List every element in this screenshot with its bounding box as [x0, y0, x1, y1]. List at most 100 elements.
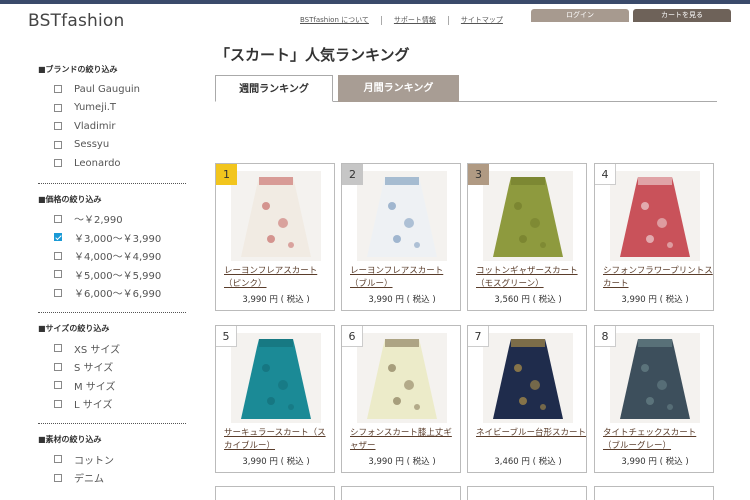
filter-option[interactable]: Leonardo	[38, 154, 186, 173]
checkbox[interactable]	[54, 214, 62, 223]
product-card[interactable]: 2 レーヨンフレアスカート（ブルー） 3,990 円 ( 税込 )	[341, 163, 461, 311]
checkbox[interactable]	[54, 344, 62, 353]
product-image[interactable]	[483, 333, 573, 423]
filter-option[interactable]: L サイズ	[38, 395, 186, 414]
filter-option-label: S サイズ	[74, 363, 114, 375]
product-card[interactable]: 7 ネイビーブルー台形スカート 3,460 円 ( 税込 )	[467, 325, 587, 473]
product-price: 3,990 円 ( 税込 )	[368, 457, 436, 467]
product-price: 3,460 円 ( 税込 )	[494, 457, 562, 467]
rank-badge: 3	[468, 164, 489, 185]
ranking-tabs: 週間ランキング 月間ランキング	[215, 75, 717, 102]
filter-option[interactable]: Vladimir	[38, 117, 186, 136]
header-links: BSTfashion について サポート情報 サイトマップ	[300, 15, 503, 25]
filter-option[interactable]: コットン	[38, 450, 186, 469]
filter-option[interactable]: Yumeji.T	[38, 99, 186, 118]
checkbox[interactable]	[54, 103, 62, 112]
view-cart-button[interactable]: カートを見る	[633, 9, 731, 22]
filter-option-label: コットン	[74, 455, 114, 467]
checkbox[interactable]	[54, 455, 62, 464]
site-logo[interactable]: BSTfashion	[28, 11, 124, 31]
tab-weekly-ranking[interactable]: 週間ランキング	[215, 75, 333, 102]
checkbox[interactable]	[54, 122, 62, 131]
about-link[interactable]: BSTfashion について	[300, 15, 369, 25]
filter-option[interactable]: ￥3,000～￥3,990	[38, 228, 186, 247]
checkbox[interactable]	[54, 140, 62, 149]
product-image[interactable]	[231, 333, 321, 423]
product-image[interactable]	[357, 333, 447, 423]
rank-badge: 4	[595, 164, 616, 185]
product-price: 3,990 円 ( 税込 )	[242, 457, 310, 467]
product-name-link[interactable]: コットンギャザースカート（モスグリーン）	[476, 265, 586, 291]
product-name-link[interactable]: シフォンフラワープリントスカート	[603, 265, 713, 291]
product-image[interactable]	[231, 171, 321, 261]
filter-option[interactable]: ￥4,000～￥4,990	[38, 247, 186, 266]
login-button[interactable]: ログイン	[531, 9, 629, 22]
checkbox-checked[interactable]	[54, 233, 62, 242]
rank-badge: 1	[216, 164, 237, 185]
product-image[interactable]	[610, 171, 700, 261]
product-name-link[interactable]: レーヨンフレアスカート（ピンク）	[224, 265, 334, 291]
product-card[interactable]: 1 レーヨンフレアスカート（ピンク） 3,990 円 ( 税込 )	[215, 163, 335, 311]
checkbox[interactable]	[54, 85, 62, 94]
rank-badge: 5	[216, 326, 237, 347]
filter-option[interactable]: ￥6,000～￥6,990	[38, 284, 186, 303]
product-card[interactable]: 4 シフォンフラワープリントスカート 3,990 円 ( 税込 )	[594, 163, 714, 311]
filter-option-label: ￥6,000～￥6,990	[74, 289, 162, 301]
filter-sidebar: ■ブランドの絞り込み Paul Gauguin Yumeji.T Vladimi…	[38, 64, 186, 493]
product-card-partial	[215, 486, 335, 500]
header-divider	[447, 15, 449, 25]
checkbox[interactable]	[54, 473, 62, 482]
filter-option-label: Paul Gauguin	[74, 83, 141, 95]
rank-badge: 8	[595, 326, 616, 347]
product-price: 3,560 円 ( 税込 )	[494, 295, 562, 305]
product-name-link[interactable]: サーキュラースカート（スカイブルー）	[224, 427, 334, 453]
filter-option[interactable]: Paul Gauguin	[38, 80, 186, 99]
product-name-link[interactable]: タイトチェックスカート（ブルーグレー）	[603, 427, 713, 453]
support-link[interactable]: サポート情報	[394, 15, 436, 25]
filter-option-label: ￥3,000～￥3,990	[74, 233, 162, 245]
filter-option-label: Sessyu	[74, 139, 110, 151]
filter-option[interactable]: M サイズ	[38, 376, 186, 395]
filter-option[interactable]: XS サイズ	[38, 339, 186, 358]
sidebar-divider	[38, 423, 186, 424]
product-image[interactable]	[610, 333, 700, 423]
filter-option-label: XS サイズ	[74, 344, 121, 356]
product-price: 3,990 円 ( 税込 )	[621, 457, 689, 467]
filter-option-label: Vladimir	[74, 120, 116, 132]
product-card-partial	[594, 486, 714, 500]
brand-filter-title: ■ブランドの絞り込み	[38, 65, 118, 74]
filter-option-label: Yumeji.T	[74, 102, 117, 114]
rank-badge: 6	[342, 326, 363, 347]
product-card[interactable]: 8 タイトチェックスカート（ブルーグレー） 3,990 円 ( 税込 )	[594, 325, 714, 473]
product-card[interactable]: 3 コットンギャザースカート（モスグリーン） 3,560 円 ( 税込 )	[467, 163, 587, 311]
checkbox[interactable]	[54, 399, 62, 408]
product-card[interactable]: 5 サーキュラースカート（スカイブルー） 3,990 円 ( 税込 )	[215, 325, 335, 473]
filter-option-label: ￥5,000～￥5,990	[74, 270, 162, 282]
top-accent-bar	[0, 0, 750, 4]
product-name-link[interactable]: シフォンスカート膝上丈ギャザー	[350, 427, 460, 453]
product-image[interactable]	[357, 171, 447, 261]
checkbox[interactable]	[54, 251, 62, 260]
product-name-link[interactable]: レーヨンフレアスカート（ブルー）	[350, 265, 460, 291]
filter-option[interactable]: Sessyu	[38, 136, 186, 155]
checkbox[interactable]	[54, 270, 62, 279]
filter-option[interactable]: ～￥2,990	[38, 210, 186, 229]
header-divider	[380, 15, 382, 25]
sidebar-divider	[38, 182, 186, 184]
product-name-link[interactable]: ネイビーブルー台形スカート	[476, 427, 586, 440]
product-price: 3,990 円 ( 税込 )	[621, 295, 689, 305]
filter-option-label: L サイズ	[74, 400, 113, 412]
checkbox[interactable]	[54, 159, 62, 168]
filter-option[interactable]: S サイズ	[38, 358, 186, 377]
product-card[interactable]: 6 シフォンスカート膝上丈ギャザー 3,990 円 ( 税込 )	[341, 325, 461, 473]
product-image[interactable]	[483, 171, 573, 261]
checkbox[interactable]	[54, 362, 62, 371]
tab-monthly-ranking[interactable]: 月間ランキング	[338, 75, 459, 102]
checkbox[interactable]	[54, 288, 62, 297]
filter-option[interactable]: デニム	[38, 469, 186, 488]
product-price: 3,990 円 ( 税込 )	[242, 295, 310, 305]
size-filter: ■サイズの絞り込み XS サイズ S サイズ M サイズ L サイズ	[38, 323, 186, 419]
checkbox[interactable]	[54, 381, 62, 390]
filter-option[interactable]: ￥5,000～￥5,990	[38, 265, 186, 284]
sitemap-link[interactable]: サイトマップ	[461, 15, 503, 25]
